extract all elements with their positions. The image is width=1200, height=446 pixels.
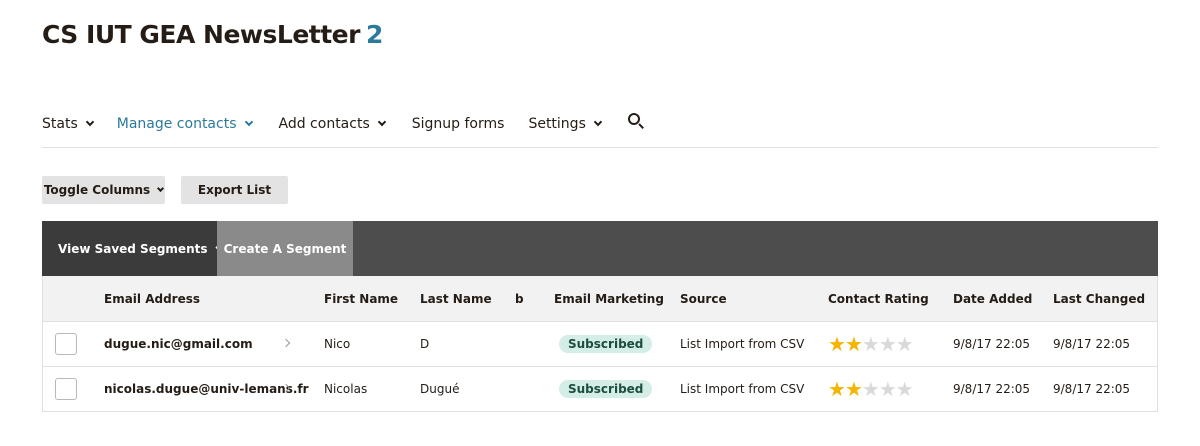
star-empty-icon[interactable]: ★ [896, 377, 914, 401]
column-header-b[interactable]: b [515, 292, 524, 306]
row-checkbox[interactable] [55, 333, 77, 355]
contact-source: List Import from CSV [680, 382, 805, 396]
contact-email[interactable]: nicolas.dugue@univ-lemans.fr [104, 382, 309, 396]
toggle-columns-label: Toggle Columns [43, 183, 151, 197]
table-row: nicolas.dugue@univ-lemans.fr Nicolas Dug… [42, 367, 1158, 412]
main-nav: Stats Manage contacts Add contacts Signu… [42, 113, 1158, 148]
star-empty-icon[interactable]: ★ [862, 377, 880, 401]
column-header-date-added[interactable]: Date Added [953, 292, 1032, 306]
contact-date-added: 9/8/17 22:05 [953, 382, 1031, 396]
contact-last-name: Dugué [420, 382, 460, 396]
column-header-first-name[interactable]: First Name [324, 292, 398, 306]
star-empty-icon[interactable]: ★ [862, 332, 880, 356]
nav-settings[interactable]: Settings [528, 116, 603, 132]
nav-signup-forms[interactable]: Signup forms [412, 116, 505, 132]
nav-signup-forms-label: Signup forms [411, 116, 505, 132]
create-segment-button[interactable]: Create A Segment [217, 221, 353, 276]
star-empty-icon[interactable]: ★ [879, 332, 897, 356]
nav-manage-contacts[interactable]: Manage contacts [116, 116, 253, 132]
contact-count[interactable]: 2 [366, 20, 383, 49]
nav-add-contacts[interactable]: Add contacts [278, 116, 386, 132]
column-header-email-marketing[interactable]: Email Marketing [554, 292, 664, 306]
star-filled-icon[interactable]: ★ [828, 377, 846, 401]
contact-last-name: D [420, 337, 430, 351]
column-header-contact-rating[interactable]: Contact Rating [828, 292, 929, 306]
export-list-label: Export List [197, 183, 272, 197]
chevron-down-icon [244, 117, 253, 127]
create-segment-label: Create A Segment [223, 241, 347, 256]
column-header-source[interactable]: Source [680, 292, 727, 306]
nav-stats[interactable]: Stats [42, 116, 94, 132]
view-saved-segments-button[interactable]: View Saved Segments [42, 221, 220, 276]
chevron-down-icon [85, 117, 94, 127]
chevron-down-icon [593, 117, 603, 127]
star-empty-icon[interactable]: ★ [896, 332, 914, 356]
table-header: Email Address First Name Last Name b Ema… [42, 276, 1158, 322]
column-header-last-name[interactable]: Last Name [420, 292, 492, 306]
row-checkbox[interactable] [55, 378, 77, 400]
contact-first-name: Nicolas [324, 382, 368, 396]
table-row: dugue.nic@gmail.com Nico D Subscribed Li… [42, 322, 1158, 367]
status-badge: Subscribed [559, 380, 653, 398]
star-filled-icon[interactable]: ★ [845, 377, 863, 401]
export-list-button[interactable]: Export List [181, 176, 288, 204]
toggle-columns-button[interactable]: Toggle Columns [42, 176, 165, 204]
star-filled-icon[interactable]: ★ [845, 332, 863, 356]
column-header-email[interactable]: Email Address [104, 292, 200, 306]
contact-source: List Import from CSV [680, 337, 805, 351]
column-header-last-changed[interactable]: Last Changed [1053, 292, 1145, 306]
nav-stats-label: Stats [42, 116, 78, 132]
chevron-down-icon [377, 117, 386, 127]
contact-rating: ★★★★★ [828, 332, 914, 356]
segment-bar: View Saved Segments Create A Segment [42, 221, 1158, 276]
nav-add-contacts-label: Add contacts [278, 116, 370, 132]
contact-last-changed: 9/8/17 22:05 [1053, 382, 1131, 396]
nav-settings-label: Settings [528, 116, 586, 132]
list-name: CS IUT GEA NewsLetter [42, 20, 360, 49]
contact-first-name: Nico [324, 337, 351, 351]
chevron-down-icon [157, 184, 165, 192]
contact-last-changed: 9/8/17 22:05 [1053, 337, 1131, 351]
nav-manage-contacts-label: Manage contacts [116, 116, 237, 132]
search-icon-handle [638, 123, 644, 129]
contact-email[interactable]: dugue.nic@gmail.com [104, 337, 253, 351]
status-badge: Subscribed [559, 335, 653, 353]
chevron-right-icon[interactable] [281, 338, 291, 348]
search-icon[interactable] [627, 113, 646, 131]
star-empty-icon[interactable]: ★ [879, 377, 897, 401]
contact-rating: ★★★★★ [828, 377, 914, 401]
contact-date-added: 9/8/17 22:05 [953, 337, 1031, 351]
page-title: CS IUT GEA NewsLetter 2 [42, 20, 383, 49]
view-saved-segments-label: View Saved Segments [58, 241, 208, 256]
star-filled-icon[interactable]: ★ [828, 332, 846, 356]
